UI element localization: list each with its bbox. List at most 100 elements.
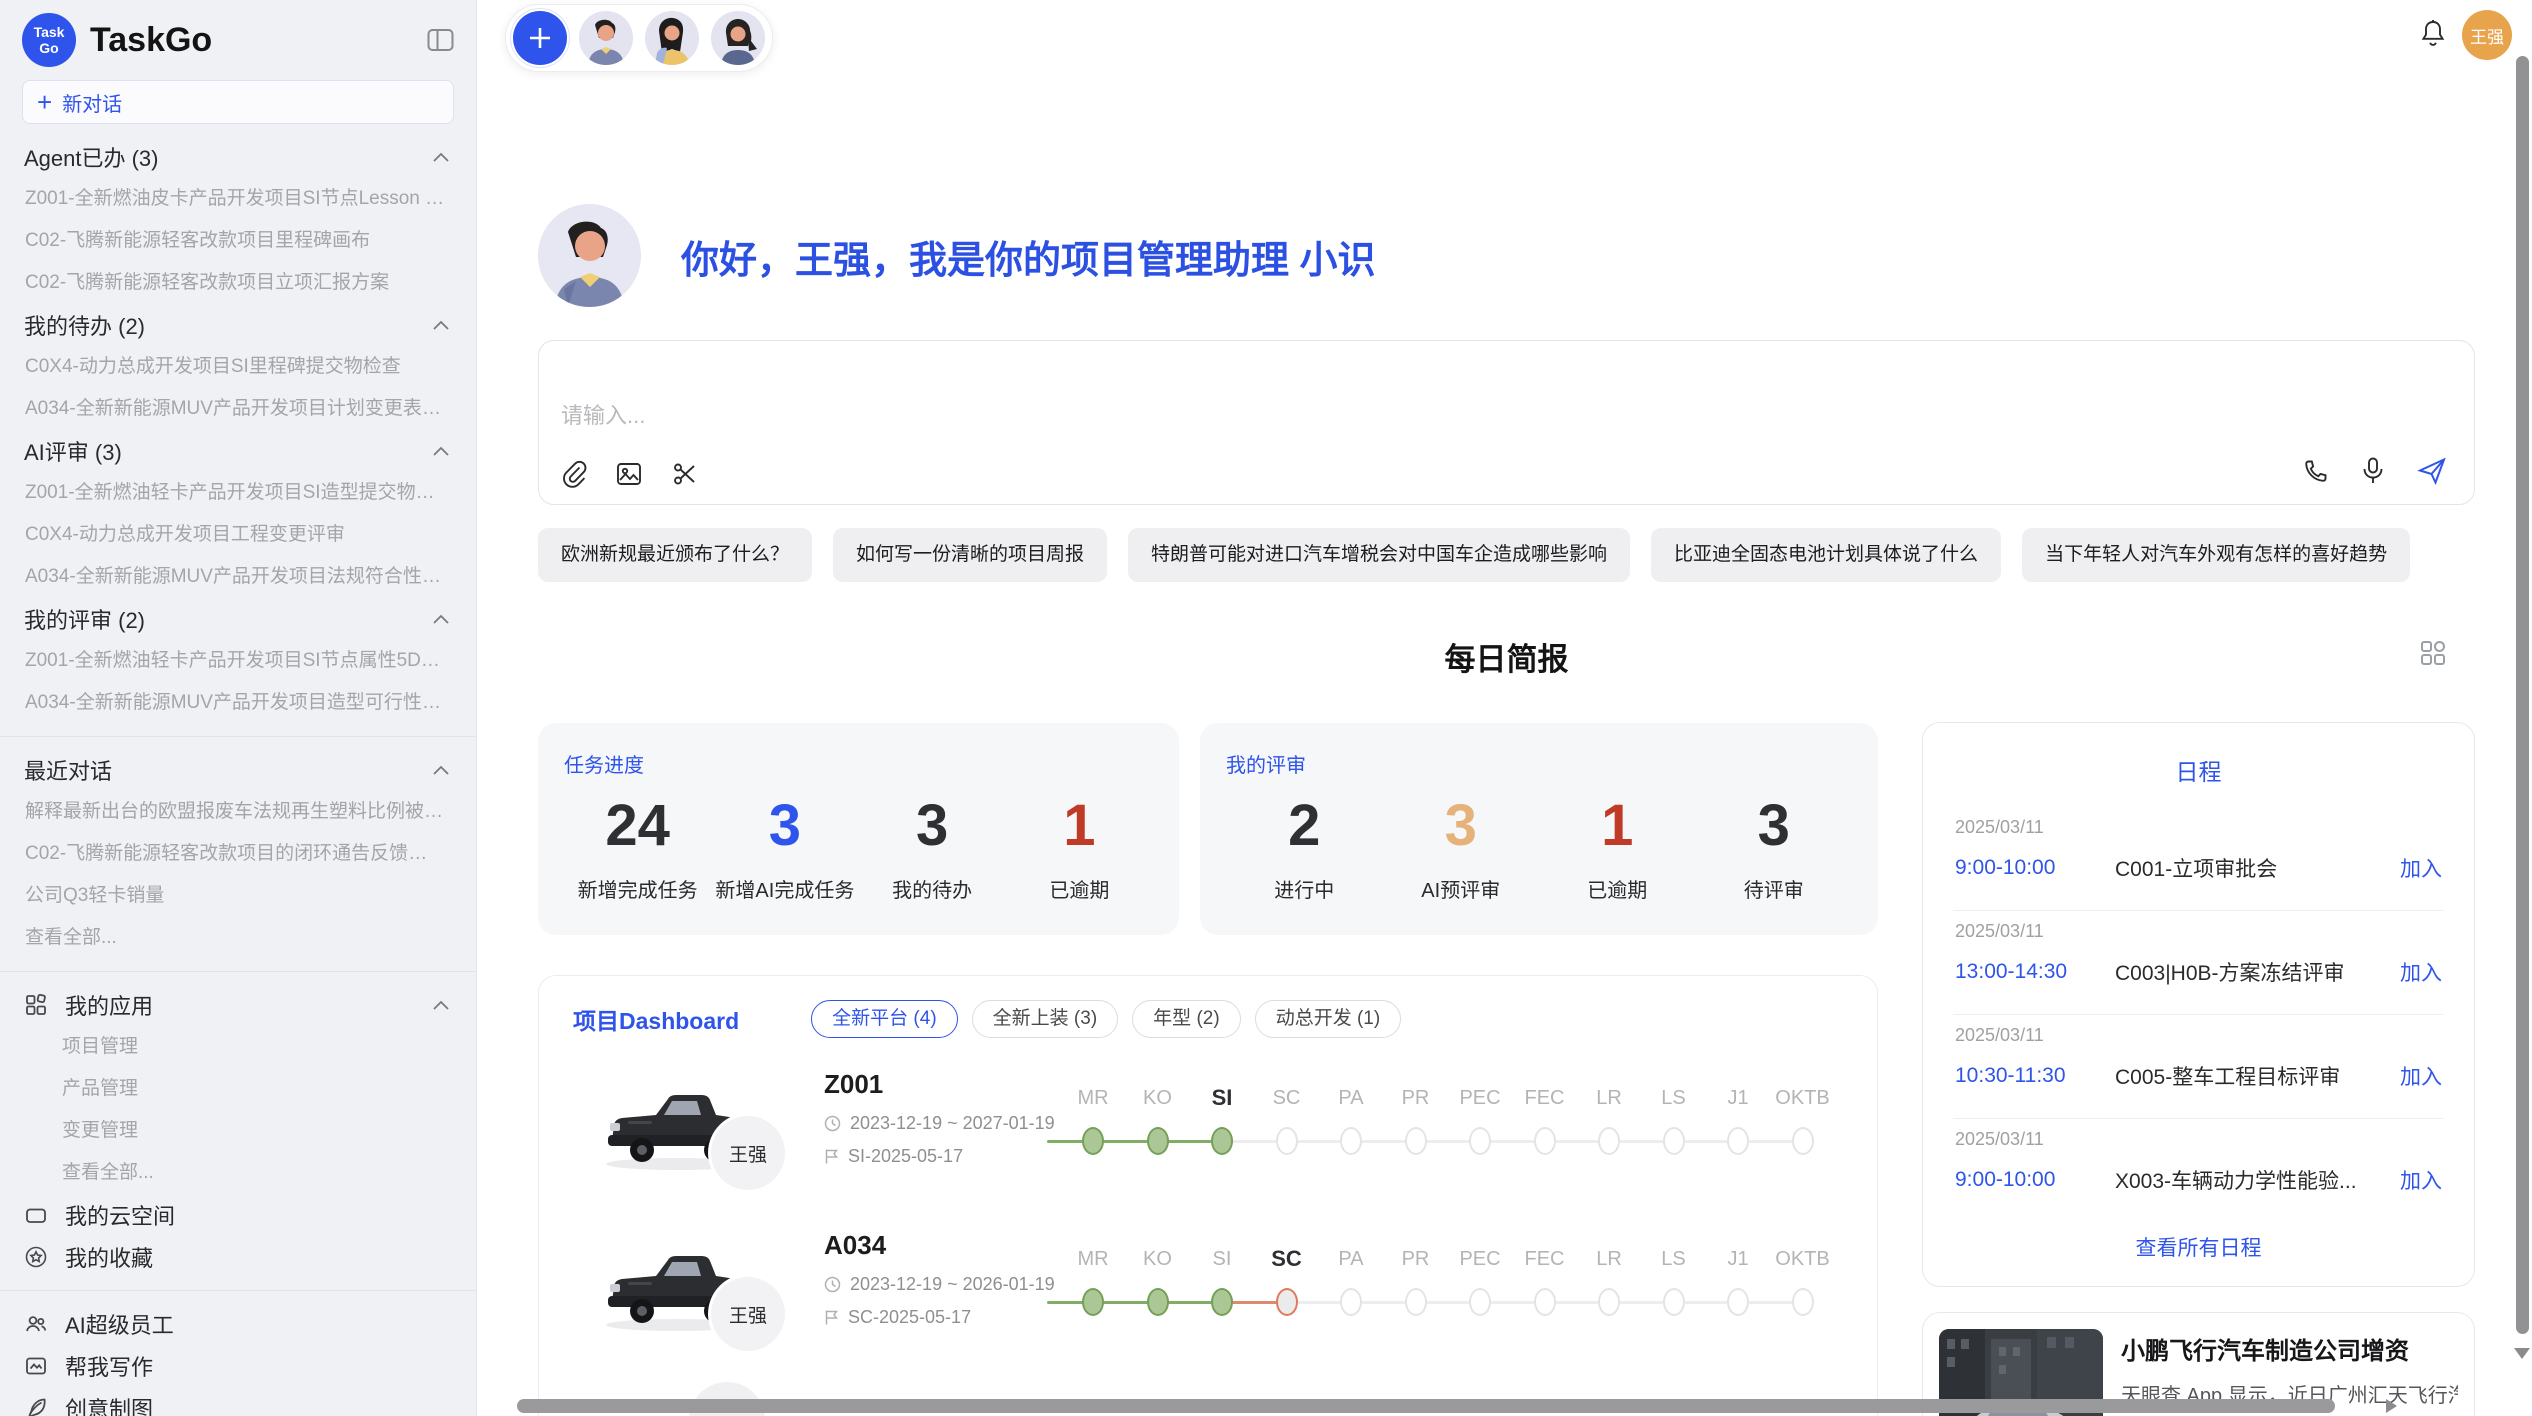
milestone-dot[interactable] [1469, 1288, 1491, 1316]
dashboard-tab[interactable]: 动总开发 (1) [1255, 1000, 1402, 1038]
horizontal-scrollbar[interactable] [517, 1399, 2335, 1413]
composer-attachments [561, 460, 699, 488]
milestone-dot[interactable] [1082, 1288, 1104, 1316]
dashboard-tabs: 全新平台 (4) 全新上装 (3) 年型 (2) 动总开发 (1) [811, 1000, 1401, 1038]
milestone-dot[interactable] [1147, 1127, 1169, 1155]
view-all-conversations-link[interactable]: 查看全部... [0, 917, 476, 959]
sidebar-section-header[interactable]: AI评审 (3) [0, 430, 476, 472]
milestone-dot[interactable] [1598, 1127, 1620, 1155]
milestone-dot[interactable] [1663, 1288, 1685, 1316]
favorites-label: 我的收藏 [65, 1241, 450, 1273]
suggestion-chip[interactable]: 如何写一份清晰的项目周报 [833, 528, 1107, 582]
sidebar-item[interactable]: A034-全新新能源MUV产品开发项目法规符合性评审 [0, 556, 476, 598]
sidebar-item[interactable]: Z001-全新燃油轻卡产品开发项目SI造型提交物评审 [0, 472, 476, 514]
sidebar-item[interactable]: C0X4-动力总成开发项目SI里程碑提交物检查 [0, 346, 476, 388]
milestone-dot[interactable] [1727, 1127, 1749, 1155]
recent-conversation-item[interactable]: C02-飞腾新能源轻客改款项目的闭环通告反馈情况 [0, 833, 476, 875]
sidebar-item-cloud-space[interactable]: 我的云空间 [0, 1194, 476, 1236]
app-submenu-item[interactable]: 查看全部... [0, 1152, 476, 1194]
news-title: 小鹏飞行汽车制造公司增资 [2121, 1335, 2458, 1369]
milestone-dot[interactable] [1405, 1127, 1427, 1155]
scroll-down-arrow[interactable] [2514, 1348, 2530, 1359]
sidebar-item[interactable]: A034-全新新能源MUV产品开发项目造型可行性评审 [0, 682, 476, 724]
suggestion-chip[interactable]: 特朗普可能对进口汽车增税会对中国车企造成哪些影响 [1128, 528, 1630, 582]
milestone-dot[interactable] [1082, 1127, 1104, 1155]
milestone-dot[interactable] [1534, 1127, 1556, 1155]
join-button[interactable]: 加入 [2400, 957, 2442, 987]
milestone-dot[interactable] [1598, 1288, 1620, 1316]
app-submenu-item[interactable]: 变更管理 [0, 1110, 476, 1152]
sidebar-item[interactable]: C02-飞腾新能源轻客改款项目里程碑画布 [0, 220, 476, 262]
sidebar-item[interactable]: C0X4-动力总成开发项目工程变更评审 [0, 514, 476, 556]
join-button[interactable]: 加入 [2400, 1165, 2442, 1195]
vertical-scrollbar[interactable] [2516, 56, 2529, 1334]
milestone-dot[interactable] [1276, 1127, 1298, 1155]
user-name: 王强 [2470, 23, 2504, 48]
milestone-dot[interactable] [1792, 1127, 1814, 1155]
milestone-dot[interactable] [1147, 1288, 1169, 1316]
milestone-dot[interactable] [1663, 1127, 1685, 1155]
view-all-schedule-link[interactable]: 查看所有日程 [1923, 1232, 2474, 1262]
sidebar-item[interactable]: Z001-全新燃油皮卡产品开发项目SI节点Lesson Learn报告 [0, 178, 476, 220]
milestone-dot[interactable] [1727, 1288, 1749, 1316]
sidebar-item[interactable]: C02-飞腾新能源轻客改款项目立项汇报方案 [0, 262, 476, 304]
card-title: 任务进度 [564, 749, 1153, 778]
suggestion-chip[interactable]: 当下年轻人对汽车外观有怎样的喜好趋势 [2022, 528, 2410, 582]
milestone-dot[interactable] [1405, 1288, 1427, 1316]
milestone-dot[interactable] [1340, 1127, 1362, 1155]
user-avatar[interactable]: 王强 [2462, 10, 2512, 60]
sidebar-item[interactable]: A034-全新新能源MUV产品开发项目计划变更表编写 [0, 388, 476, 430]
milestone-dot[interactable] [1276, 1288, 1298, 1316]
avatar[interactable] [645, 11, 699, 65]
sidebar-item-help-write[interactable]: 帮我写作 [0, 1345, 476, 1387]
image-icon[interactable] [615, 460, 643, 488]
my-reviews-card: 我的评审 2进行中3AI预评审1已逾期3待评审 [1200, 723, 1878, 935]
project-dashboard-card: 项目Dashboard 全新平台 (4)全新上装 (3)年型 (2)动总开发 (… [538, 975, 1878, 1416]
paperclip-icon[interactable] [561, 460, 587, 488]
milestone-dot[interactable] [1340, 1288, 1362, 1316]
dashboard-tab[interactable]: 全新平台 (4) [811, 1000, 958, 1038]
microphone-icon[interactable] [2360, 456, 2386, 486]
briefing-layout-icon[interactable] [2418, 638, 2448, 668]
recent-conversation-item[interactable]: 公司Q3轻卡销量 [0, 875, 476, 917]
dashboard-tab[interactable]: 全新上装 (3) [972, 1000, 1119, 1038]
avatar[interactable] [711, 11, 765, 65]
sidebar-item-my-apps[interactable]: 我的应用 [0, 984, 476, 1026]
milestone-dot[interactable] [1792, 1288, 1814, 1316]
task-progress-card: 任务进度 24新增完成任务3新增AI完成任务3我的待办1已逾期 [538, 723, 1179, 935]
dashboard-tab[interactable]: 年型 (2) [1132, 1000, 1241, 1038]
milestone-dot[interactable] [1211, 1127, 1233, 1155]
milestone-dot[interactable] [1469, 1127, 1491, 1155]
milestone-dot[interactable] [1534, 1288, 1556, 1316]
chat-input[interactable] [561, 403, 1961, 429]
stat-value: 2 [1226, 782, 1383, 870]
sidebar-content: Agent已办 (3)Z001-全新燃油皮卡产品开发项目SI节点Lesson L… [0, 124, 476, 1416]
join-button[interactable]: 加入 [2400, 1061, 2442, 1091]
sidebar-item-creative-draw[interactable]: 创意制图 [0, 1387, 476, 1416]
sidebar-section-header[interactable]: 最近对话 [0, 749, 476, 791]
notifications-bell-icon[interactable] [2418, 18, 2448, 50]
my-apps-label: 我的应用 [65, 989, 415, 1021]
suggestion-chip[interactable]: 欧洲新规最近颁布了什么？ [538, 528, 812, 582]
phone-icon[interactable] [2302, 457, 2330, 485]
scroll-right-arrow[interactable] [2386, 1399, 2397, 1413]
clock-icon [824, 1276, 841, 1293]
milestone-dot[interactable] [1211, 1288, 1233, 1316]
send-icon[interactable] [2416, 456, 2448, 486]
add-conversation-button[interactable] [513, 11, 567, 65]
join-button[interactable]: 加入 [2400, 853, 2442, 883]
sidebar-section-header[interactable]: 我的待办 (2) [0, 304, 476, 346]
new-chat-button[interactable]: + 新对话 [22, 80, 454, 124]
sidebar-item-ai-staff[interactable]: AI超级员工 [0, 1303, 476, 1345]
sidebar-section-header[interactable]: Agent已办 (3) [0, 136, 476, 178]
sidebar-collapse-icon[interactable] [427, 28, 454, 53]
app-submenu-item[interactable]: 项目管理 [0, 1026, 476, 1068]
sidebar-section-header[interactable]: 我的评审 (2) [0, 598, 476, 640]
app-submenu-item[interactable]: 产品管理 [0, 1068, 476, 1110]
avatar[interactable] [579, 11, 633, 65]
sidebar-item-favorites[interactable]: 我的收藏 [0, 1236, 476, 1278]
scissors-icon[interactable] [671, 460, 699, 488]
suggestion-chip[interactable]: 比亚迪全固态电池计划具体说了什么 [1651, 528, 2001, 582]
sidebar-item[interactable]: Z001-全新燃油轻卡产品开发项目SI节点属性5D文件评审 [0, 640, 476, 682]
recent-conversation-item[interactable]: 解释最新出台的欧盟报废车法规再生塑料比例被调至15%... [0, 791, 476, 833]
